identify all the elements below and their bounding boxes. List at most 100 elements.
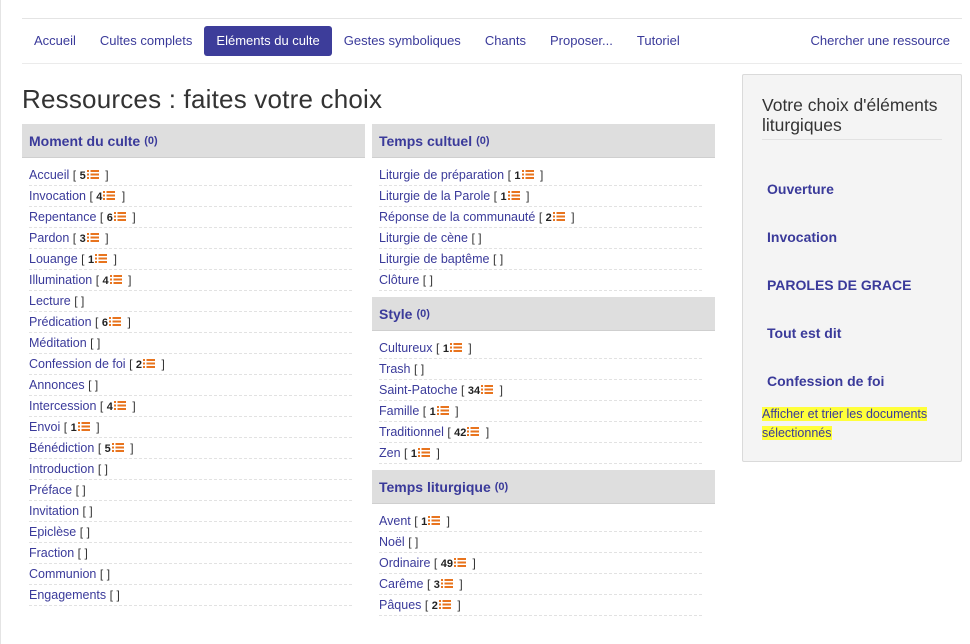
list-icon[interactable]: [77, 422, 90, 432]
section-header[interactable]: Temps cultuel (0): [372, 124, 715, 158]
item-count: 4: [106, 401, 113, 413]
list-icon[interactable]: [86, 170, 99, 180]
item-link[interactable]: Liturgie de la Parole: [379, 189, 490, 203]
item-link[interactable]: Accueil: [29, 168, 69, 182]
item-link[interactable]: Pâques: [379, 598, 421, 612]
list-icon[interactable]: [467, 427, 480, 437]
bracket-close: ]: [94, 378, 99, 392]
list-icon[interactable]: [113, 401, 126, 411]
bracket-open: [: [129, 357, 133, 371]
list-icon[interactable]: [521, 170, 534, 180]
nav-proposer[interactable]: Proposer...: [538, 26, 625, 56]
selected-item[interactable]: Invocation: [767, 229, 837, 245]
bracket-close: ]: [132, 399, 136, 413]
bracket-open: [: [404, 446, 408, 460]
item-link[interactable]: Noël: [379, 535, 405, 549]
item-link[interactable]: Introduction: [29, 462, 94, 476]
list-icon[interactable]: [113, 212, 126, 222]
item-count: 3: [433, 579, 440, 591]
list-icon[interactable]: [109, 275, 122, 285]
item-link[interactable]: Cultureux: [379, 341, 433, 355]
item-link[interactable]: Saint-Patoche: [379, 383, 458, 397]
item-link[interactable]: Méditation: [29, 336, 87, 350]
section-header[interactable]: Style (0): [372, 297, 715, 331]
item-link[interactable]: Bénédiction: [29, 441, 94, 455]
item-link[interactable]: Envoi: [29, 420, 60, 434]
nav-chants[interactable]: Chants: [473, 26, 538, 56]
list-icon[interactable]: [481, 385, 494, 395]
item-link[interactable]: Illumination: [29, 273, 92, 287]
selected-item[interactable]: Confession de foi: [767, 373, 884, 389]
list-icon[interactable]: [103, 191, 116, 201]
bracket-open: [: [97, 441, 102, 455]
list-item: Liturgie de cène [ ]: [379, 228, 702, 249]
item-count: 5: [104, 443, 111, 455]
nav-cultes-complets[interactable]: Cultes complets: [88, 26, 204, 56]
bracket-open: [: [433, 556, 438, 570]
item-link[interactable]: Carême: [379, 577, 423, 591]
list-icon[interactable]: [449, 343, 462, 353]
item-link[interactable]: Confession de foi: [29, 357, 126, 371]
item-link[interactable]: Réponse de la communauté: [379, 210, 535, 224]
list-icon[interactable]: [436, 406, 449, 416]
bracket-close: ]: [455, 404, 459, 418]
item-link[interactable]: Communion: [29, 567, 96, 581]
list-icon[interactable]: [417, 448, 430, 458]
section-header[interactable]: Temps liturgique (0): [372, 470, 715, 504]
list-icon[interactable]: [507, 191, 520, 201]
item-link[interactable]: Liturgie de cène: [379, 231, 468, 245]
list-icon[interactable]: [438, 600, 451, 610]
item-link[interactable]: Liturgie de baptême: [379, 252, 490, 266]
bracket-close: ]: [121, 189, 126, 203]
item-link[interactable]: Trash: [379, 362, 411, 376]
item-link[interactable]: Epiclèse: [29, 525, 76, 539]
bracket-close: ]: [468, 341, 472, 355]
list-item: Fraction [ ]: [29, 543, 352, 564]
list-icon[interactable]: [108, 317, 121, 327]
item-link[interactable]: Famille: [379, 404, 419, 418]
list-icon[interactable]: [95, 254, 108, 264]
list-icon[interactable]: [143, 359, 156, 369]
item-link[interactable]: Louange: [29, 252, 78, 266]
section-temps-liturgique: Temps liturgique (0) Avent [ 1 ] Noël [ ] O…: [372, 470, 715, 620]
nav-accueil[interactable]: Accueil: [22, 26, 88, 56]
selected-item[interactable]: Tout est dit: [767, 325, 841, 341]
item-link[interactable]: Annonces: [29, 378, 85, 392]
item-link[interactable]: Intercession: [29, 399, 96, 413]
item-link[interactable]: Clôture: [379, 273, 419, 287]
selected-item[interactable]: Ouverture: [767, 181, 834, 197]
nav-search-resource[interactable]: Chercher une ressource: [799, 26, 962, 56]
list-item: Introduction [ ]: [29, 459, 352, 480]
list-icon[interactable]: [552, 212, 565, 222]
item-link[interactable]: Traditionnel: [379, 425, 444, 439]
item-link[interactable]: Fraction: [29, 546, 74, 560]
item-link[interactable]: Ordinaire: [379, 556, 430, 570]
item-link[interactable]: Pardon: [29, 231, 69, 245]
item-link[interactable]: Engagements: [29, 588, 106, 602]
list-icon[interactable]: [111, 443, 124, 453]
selected-item[interactable]: PAROLES DE GRACE: [767, 277, 911, 293]
item-link[interactable]: Zen: [379, 446, 401, 460]
list-icon[interactable]: [453, 558, 466, 568]
nav-tutoriel[interactable]: Tutoriel: [625, 26, 692, 56]
nav-gestes-symboliques[interactable]: Gestes symboliques: [332, 26, 473, 56]
show-sort-documents-label: Afficher et trier les documents sélectio…: [762, 407, 928, 440]
bracket-open: [: [492, 252, 497, 266]
nav-elements-du-culte[interactable]: Eléments du culte: [204, 26, 332, 56]
show-sort-documents-link[interactable]: Afficher et trier les documents sélectio…: [762, 405, 948, 443]
bracket-close: ]: [104, 462, 108, 476]
list-icon[interactable]: [428, 516, 441, 526]
item-link[interactable]: Liturgie de préparation: [379, 168, 504, 182]
bracket-close: ]: [89, 504, 93, 518]
item-link[interactable]: Préface: [29, 483, 72, 497]
item-link[interactable]: Lecture: [29, 294, 71, 308]
item-link[interactable]: Invitation: [29, 504, 79, 518]
item-link[interactable]: Avent: [379, 514, 411, 528]
item-link[interactable]: Prédication: [29, 315, 92, 329]
list-icon[interactable]: [440, 579, 453, 589]
item-link[interactable]: Invocation: [29, 189, 86, 203]
list-icon[interactable]: [86, 233, 99, 243]
bracket-close: ]: [499, 252, 504, 266]
section-header[interactable]: Moment du culte (0): [22, 124, 365, 158]
item-link[interactable]: Repentance: [29, 210, 96, 224]
